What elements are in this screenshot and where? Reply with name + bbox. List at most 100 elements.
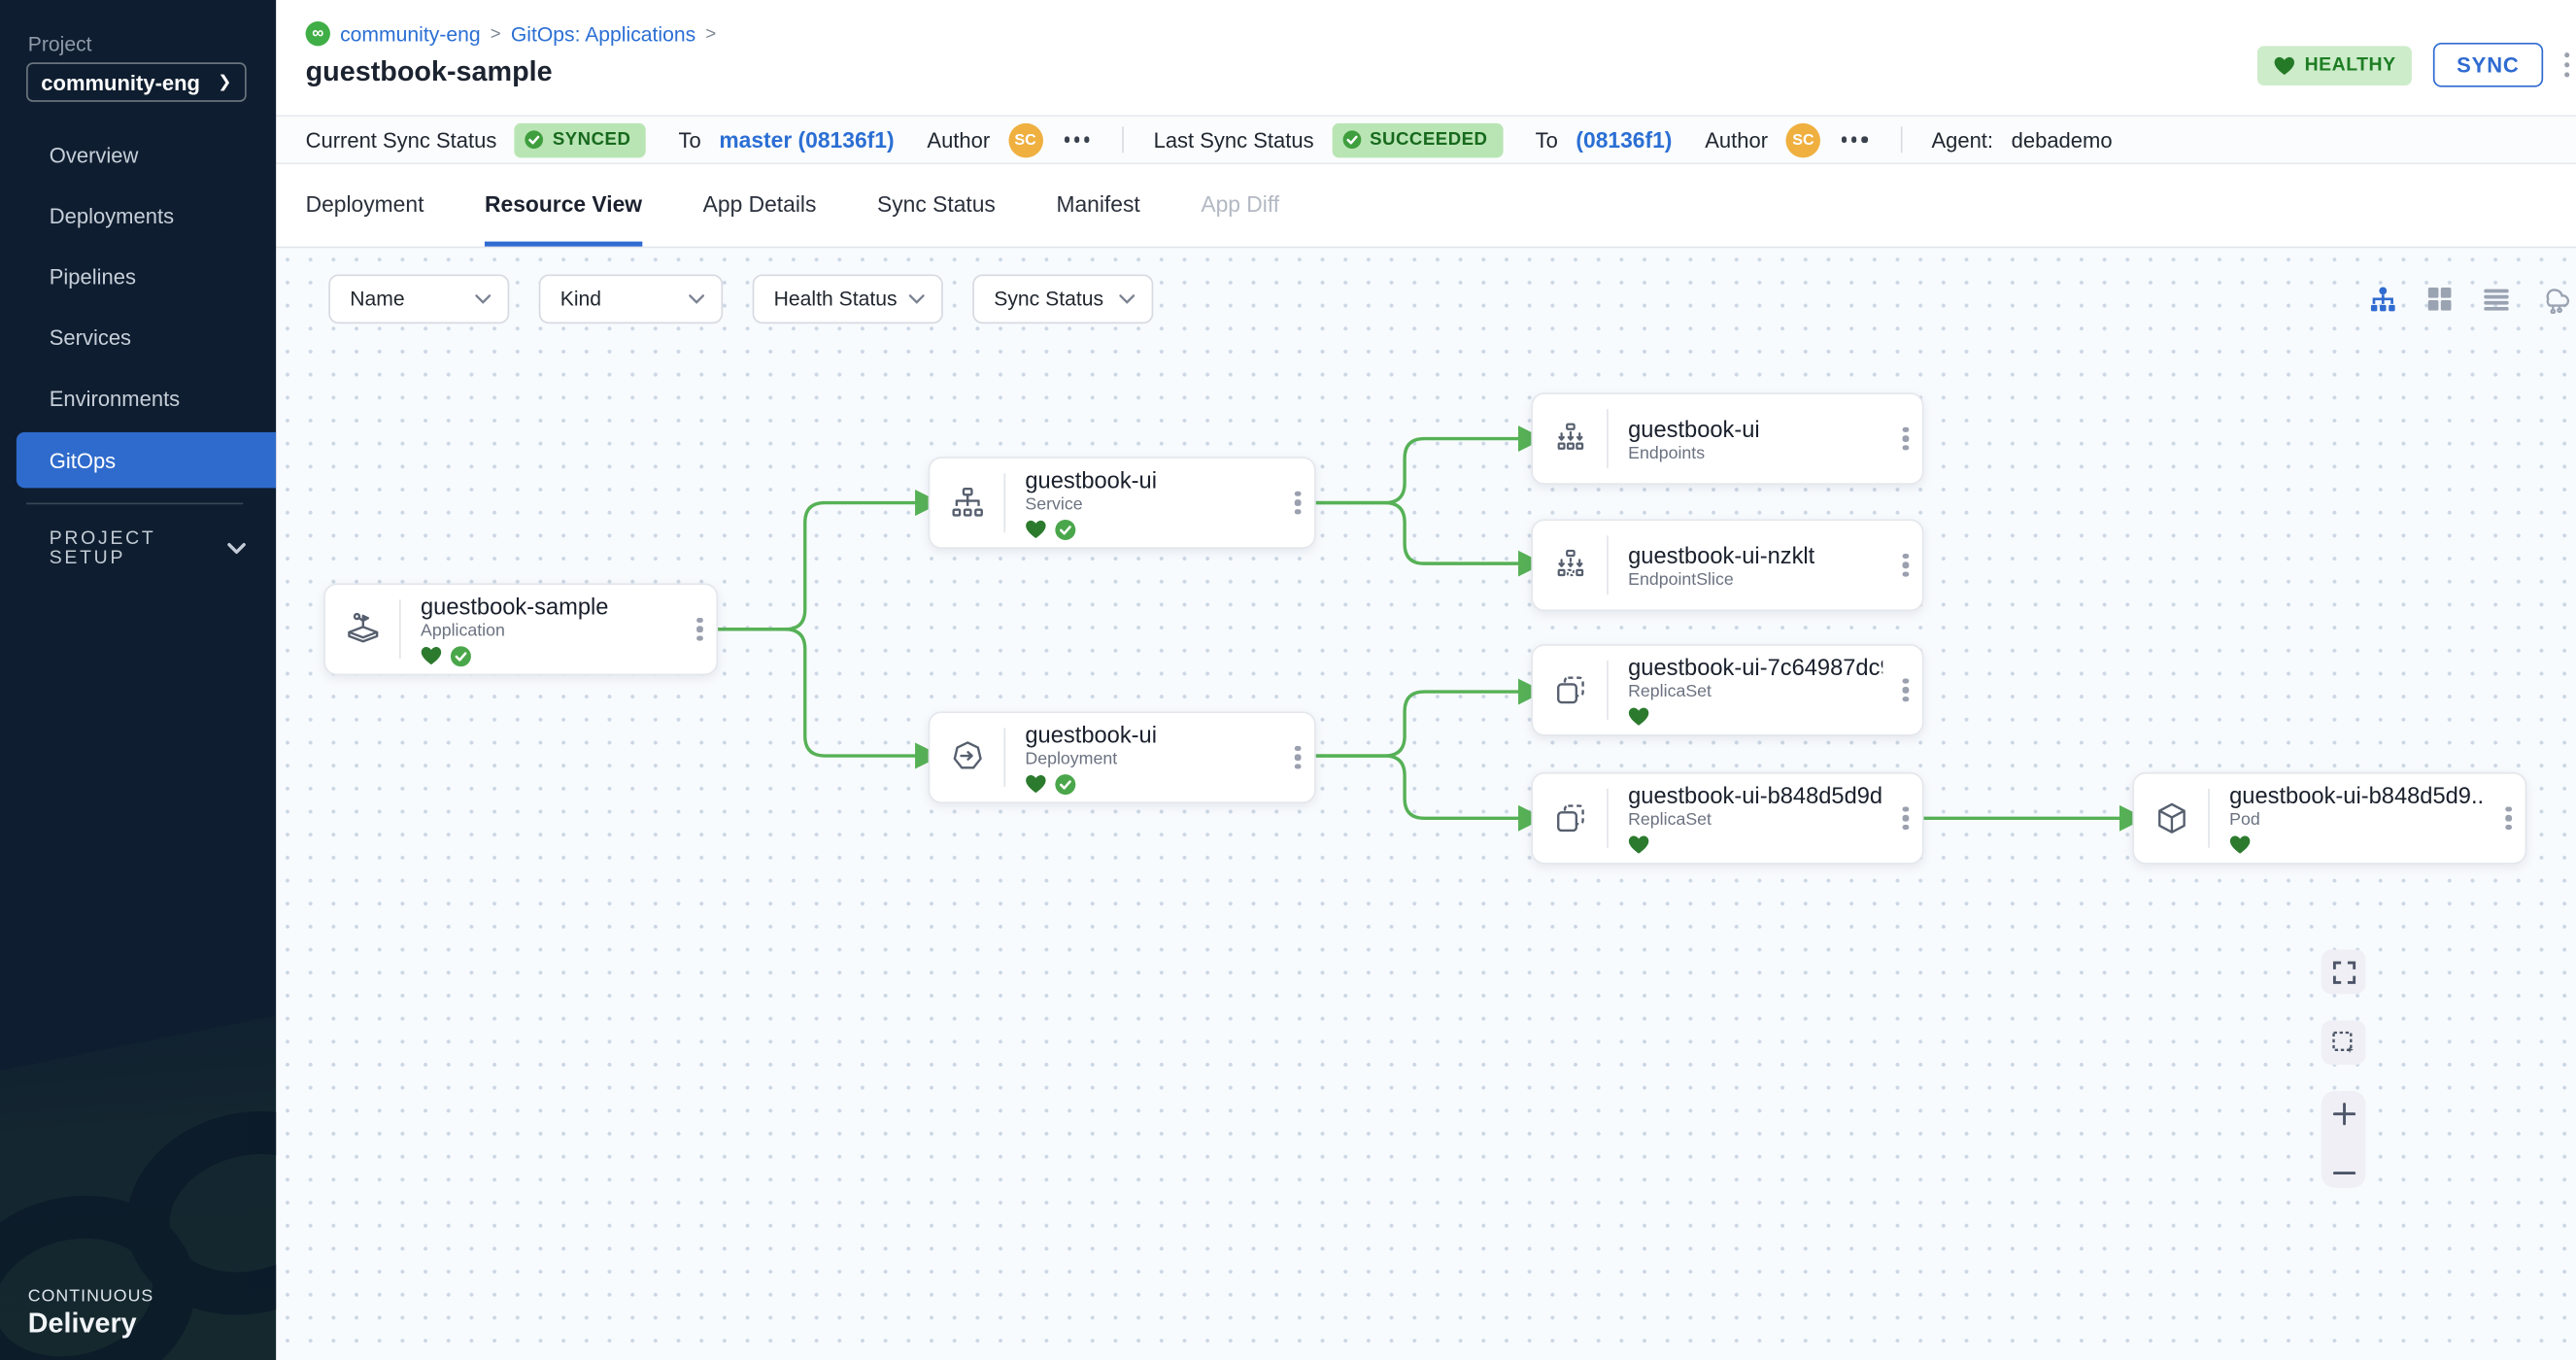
node-body: guestbook-ui Service (1005, 465, 1281, 539)
filter-sync-status[interactable]: Sync Status (972, 274, 1153, 323)
fullscreen-button[interactable] (2322, 950, 2366, 995)
marquee-select-button[interactable] (2322, 1020, 2366, 1065)
chevron-down-icon (908, 294, 925, 304)
sidebar-item-environments[interactable]: Environments (0, 368, 276, 429)
filter-label: Kind (560, 288, 689, 311)
healthy-heart-icon (1628, 706, 1649, 726)
endpoints-icon (1533, 423, 1607, 456)
gitops-app-icon: ∞ (306, 21, 330, 46)
node-deployment-guestbook-ui[interactable]: guestbook-ui Deployment (929, 711, 1316, 803)
sync-button[interactable]: SYNC (2433, 43, 2542, 87)
current-revision-link[interactable]: master (08136f1) (719, 127, 894, 152)
zoom-out-button[interactable] (2332, 1170, 2356, 1176)
node-body: guestbook-ui-nzklt EndpointSlice (1609, 541, 1889, 589)
node-kind: Pod (2229, 810, 2486, 830)
author-avatar[interactable]: SC (1786, 122, 1821, 157)
module-brand-bottom: Delivery (28, 1308, 154, 1341)
grid-view-icon[interactable] (2426, 286, 2453, 312)
filter-kind[interactable]: Kind (539, 274, 723, 323)
list-view-icon[interactable] (2483, 287, 2511, 311)
author-label: Author (927, 127, 990, 152)
to-label: To (678, 127, 700, 152)
tab-app-diff[interactable]: App Diff (1201, 192, 1279, 247)
tab-app-details[interactable]: App Details (703, 192, 817, 247)
synced-badge-label: SYNCED (553, 130, 631, 150)
service-icon (930, 487, 1003, 520)
filter-health-status[interactable]: Health Status (753, 274, 943, 323)
resource-graph-canvas[interactable]: Name Kind Health Status Sync Status (276, 248, 2576, 1360)
healthy-heart-icon (1628, 834, 1649, 854)
sidebar-item-overview[interactable]: Overview (0, 125, 276, 187)
healthy-heart-icon (1025, 774, 1046, 794)
node-service-guestbook-ui[interactable]: guestbook-ui Service (929, 457, 1316, 549)
agent-label: Agent: (1931, 127, 1993, 152)
node-title: guestbook-ui (1025, 721, 1274, 747)
sidebar-divider (26, 503, 243, 505)
project-name: community-eng (41, 70, 218, 94)
cloud-view-icon[interactable] (2540, 285, 2573, 314)
deployment-icon (930, 737, 1003, 777)
zoom-in-button[interactable] (2332, 1103, 2356, 1126)
node-title: guestbook-sample (421, 593, 677, 619)
last-sync-label: Last Sync Status (1154, 127, 1314, 152)
node-kind: Endpoints (1628, 443, 1882, 462)
check-circle-icon (1341, 130, 1361, 150)
last-revision-link[interactable]: (08136f1) (1576, 127, 1672, 152)
page-header: ∞ community-eng > GitOps: Applications >… (276, 0, 2576, 115)
project-label: Project (28, 33, 92, 56)
chevron-down-icon (1119, 294, 1135, 304)
node-menu-icon[interactable] (1889, 806, 1922, 831)
node-kind: EndpointSlice (1628, 569, 1882, 589)
breadcrumb-applications-link[interactable]: GitOps: Applications (511, 22, 695, 46)
node-title: guestbook-ui (1025, 465, 1274, 492)
node-title: guestbook-ui-7c64987dc9 (1628, 654, 1882, 680)
node-health-row (1628, 834, 1882, 854)
tab-manifest[interactable]: Manifest (1056, 192, 1139, 247)
current-sync-label: Current Sync Status (306, 127, 497, 152)
node-application-guestbook-sample[interactable]: guestbook-sample Application (323, 583, 718, 675)
node-menu-icon[interactable] (1281, 745, 1314, 769)
main-area: ∞ community-eng > GitOps: Applications >… (276, 0, 2576, 1360)
node-body: guestbook-ui-b848d5d9d ReplicaSet (1609, 782, 1889, 854)
node-menu-icon[interactable] (1889, 554, 1922, 578)
tab-deployment[interactable]: Deployment (306, 192, 424, 247)
project-selector[interactable]: community-eng ❯ (26, 62, 247, 102)
tab-sync-status[interactable]: Sync Status (877, 192, 996, 247)
node-replicaset-guestbook-ui-b848d5d9d[interactable]: guestbook-ui-b848d5d9d ReplicaSet (1531, 772, 1923, 865)
node-menu-icon[interactable] (1889, 678, 1922, 702)
breadcrumb: ∞ community-eng > GitOps: Applications > (306, 21, 717, 46)
tab-resource-view[interactable]: Resource View (485, 192, 642, 247)
filter-name[interactable]: Name (328, 274, 509, 323)
replicaset-icon (1533, 672, 1607, 708)
node-endpointslice-guestbook-ui-nzklt[interactable]: guestbook-ui-nzklt EndpointSlice (1531, 519, 1923, 611)
node-replicaset-guestbook-ui-7c64987dc9[interactable]: guestbook-ui-7c64987dc9 ReplicaSet (1531, 644, 1923, 736)
project-setup-toggle[interactable]: PROJECT SETUP (50, 529, 247, 569)
tree-view-icon[interactable] (2369, 285, 2397, 313)
node-menu-icon[interactable] (1281, 491, 1314, 515)
divider (1122, 126, 1124, 153)
node-menu-icon[interactable] (1889, 426, 1922, 451)
filter-label: Name (350, 288, 475, 311)
sidebar-item-gitops[interactable]: GitOps (17, 432, 276, 489)
node-pod-guestbook-ui-b848d5d9[interactable]: guestbook-ui-b848d5d9... Pod (2132, 772, 2526, 865)
to-label: To (1536, 127, 1558, 152)
node-menu-icon[interactable] (2492, 806, 2525, 831)
health-badge-label: HEALTHY (2305, 55, 2396, 75)
page-title: guestbook-sample (306, 56, 553, 89)
node-endpoints-guestbook-ui[interactable]: guestbook-ui Endpoints (1531, 392, 1923, 485)
healthy-heart-icon (421, 646, 442, 665)
healthy-heart-icon (2229, 834, 2251, 854)
zoom-controls (2322, 1091, 2366, 1188)
breadcrumb-separator: > (705, 24, 716, 44)
commit-more-icon[interactable] (1061, 130, 1093, 149)
commit-more-icon[interactable] (1839, 130, 1871, 149)
more-options-icon[interactable] (2563, 52, 2569, 78)
sidebar-item-deployments[interactable]: Deployments (0, 186, 276, 247)
breadcrumb-project-link[interactable]: community-eng (340, 22, 481, 46)
succeeded-badge: SUCCEEDED (1332, 122, 1503, 157)
author-avatar[interactable]: SC (1008, 122, 1043, 157)
fullscreen-icon (2332, 961, 2356, 984)
sidebar-item-pipelines[interactable]: Pipelines (0, 247, 276, 308)
sidebar-item-services[interactable]: Services (0, 307, 276, 368)
node-menu-icon[interactable] (684, 617, 717, 641)
